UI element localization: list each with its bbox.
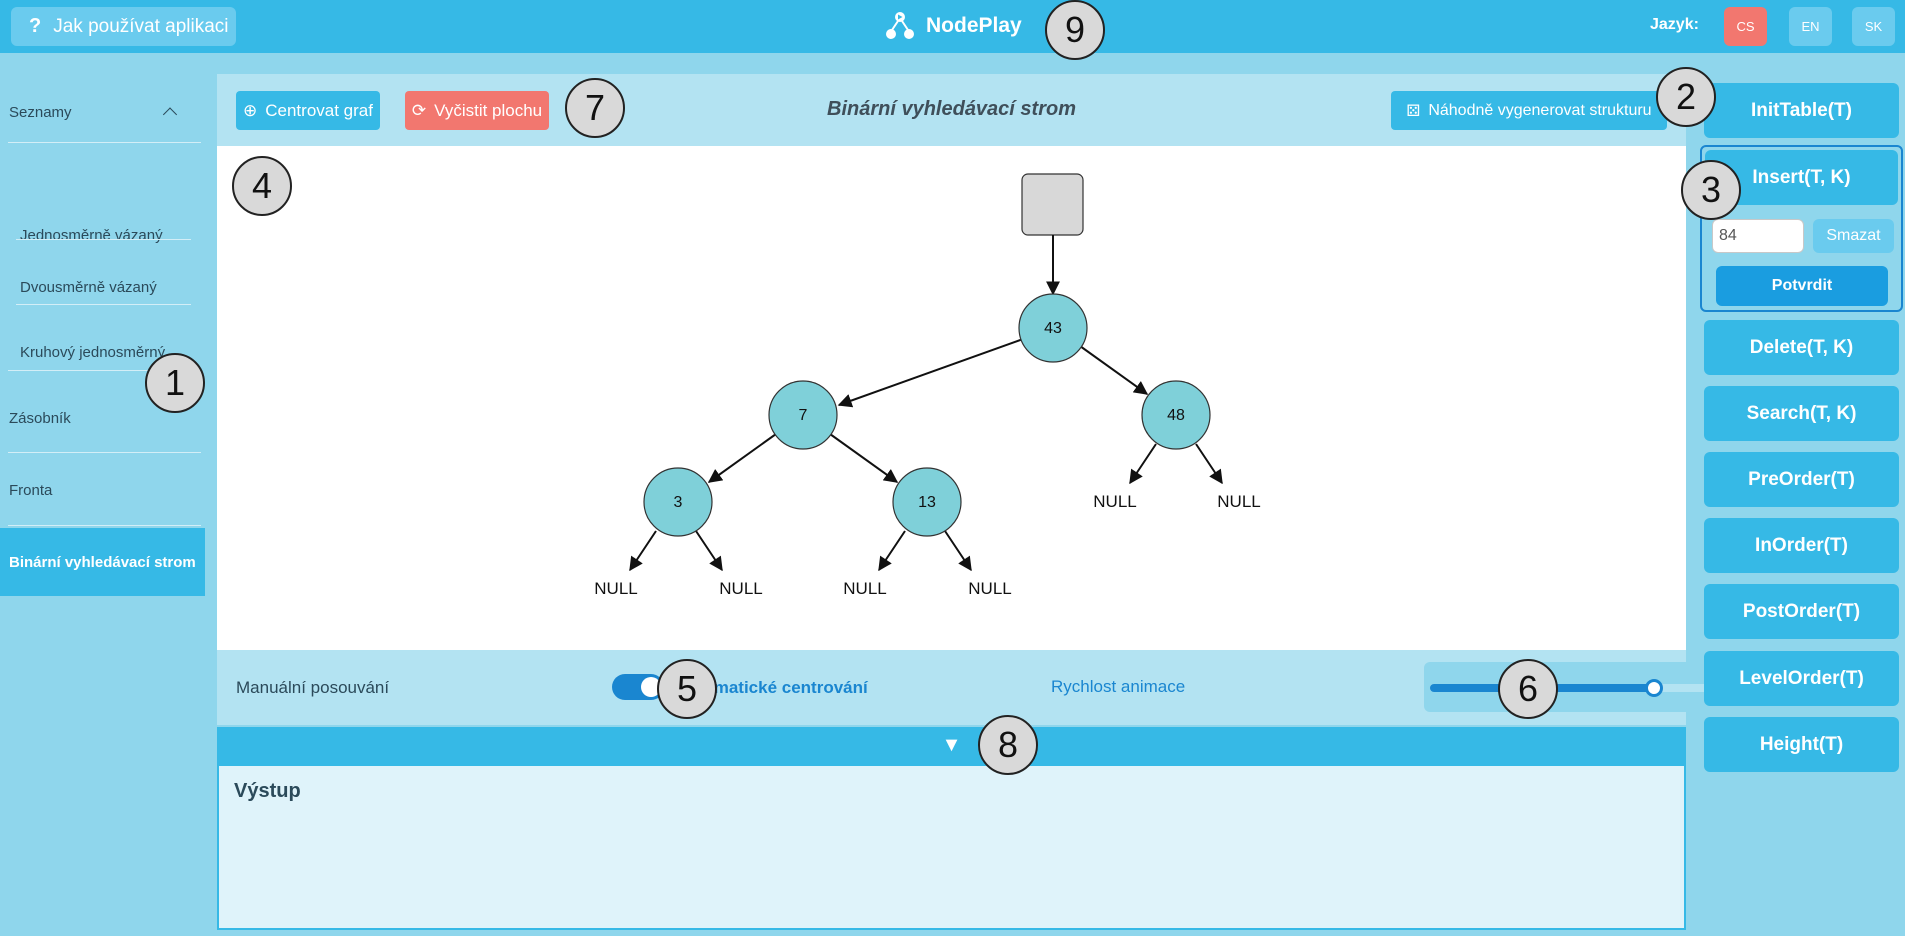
help-button[interactable]: ? Jak používat aplikaci: [11, 7, 236, 46]
edge-3-null: [695, 530, 723, 572]
clear-canvas-label: Vyčistit plochu: [434, 100, 543, 120]
language-button-sk[interactable]: SK: [1852, 7, 1895, 46]
postorder-button[interactable]: PostOrder(T): [1704, 584, 1899, 639]
app-name: NodePlay: [926, 14, 1022, 37]
tree-node[interactable]: 43: [1018, 293, 1088, 363]
levelorder-button[interactable]: LevelOrder(T): [1704, 651, 1899, 706]
sidebar-group-label: Seznamy: [9, 103, 72, 121]
sidebar-item-bst[interactable]: Binární vyhledávací strom: [0, 528, 205, 596]
node-value: 43: [1044, 320, 1062, 337]
top-bar: ? Jak používat aplikaci NodePlay Jazyk: …: [0, 0, 1905, 53]
marker-2: 2: [1656, 67, 1716, 127]
root-pointer-box: [1021, 173, 1084, 236]
nodeplay-logo-icon: [886, 12, 914, 39]
question-icon: ?: [29, 15, 42, 37]
edge-43-7: [837, 338, 1024, 408]
init-table-button[interactable]: InitTable(T): [1704, 83, 1899, 138]
center-graph-label: Centrovat graf: [265, 100, 373, 120]
output-title: Výstup: [234, 780, 301, 802]
edge-13-null: [944, 530, 972, 572]
crosshair-icon: ⊕: [243, 100, 258, 120]
marker-6: 6: [1498, 659, 1558, 719]
marker-3: 3: [1681, 160, 1741, 220]
clear-canvas-button[interactable]: ⟳ Vyčistit plochu: [405, 91, 549, 130]
null-label: NULL: [1093, 492, 1136, 511]
sidebar-item-label: Kruhový jednosměrný: [20, 343, 166, 361]
triangle-down-icon: ▼: [941, 734, 962, 756]
random-generate-button[interactable]: ⚄ Náhodně vygenerovat strukturu: [1391, 91, 1667, 130]
height-button[interactable]: Height(T): [1704, 717, 1899, 772]
marker-9: 9: [1045, 0, 1105, 60]
graph-canvas[interactable]: 43 7 48 3 13 NULL NULL NULL NULL NULL NU…: [217, 146, 1686, 650]
edge-43-48: [1079, 345, 1149, 395]
edge-7-3: [707, 433, 777, 483]
tree-node[interactable]: 48: [1141, 380, 1211, 450]
tree-node[interactable]: 13: [892, 467, 962, 537]
animation-controls: Manuální posouvání Automatické centrován…: [217, 650, 1884, 725]
inorder-button[interactable]: InOrder(T): [1704, 518, 1899, 573]
divider: [8, 525, 201, 526]
null-label: NULL: [594, 579, 637, 598]
sidebar-group-lists[interactable]: Seznamy: [0, 84, 205, 140]
divider: [8, 452, 201, 453]
marker-4: 4: [232, 156, 292, 216]
sidebar-item-label: Fronta: [9, 481, 53, 499]
clear-input-button[interactable]: Smazat: [1813, 219, 1894, 253]
node-value: 7: [799, 407, 808, 424]
divider: [16, 304, 191, 305]
edge-48-null: [1195, 443, 1223, 485]
sidebar-item-doubly-linked[interactable]: Dvousměrně vázaný: [0, 257, 205, 317]
language-label: Jazyk:: [1650, 16, 1699, 33]
delete-button[interactable]: Delete(T, K): [1704, 320, 1899, 375]
divider: [16, 239, 191, 240]
manual-scroll-label: Manuální posouvání: [236, 678, 390, 697]
null-label: NULL: [968, 579, 1011, 598]
marker-8: 8: [978, 715, 1038, 775]
marker-1: 1: [145, 353, 205, 413]
output-panel: Výstup: [217, 764, 1686, 930]
animation-speed-label: Rychlost animace: [1051, 677, 1186, 696]
edge-13-null: [878, 530, 906, 572]
slider-thumb[interactable]: [1645, 679, 1663, 697]
random-generate-label: Náhodně vygenerovat strukturu: [1428, 101, 1652, 119]
edge-3-null: [629, 530, 657, 572]
null-label: NULL: [719, 579, 762, 598]
search-button[interactable]: Search(T, K): [1704, 386, 1899, 441]
node-value: 3: [674, 494, 683, 511]
preorder-button[interactable]: PreOrder(T): [1704, 452, 1899, 507]
tree-node[interactable]: 3: [643, 467, 713, 537]
sidebar-item-singly-linked[interactable]: Jednosměrně vázaný: [0, 218, 205, 252]
sidebar-item-label: Jednosměrně vázaný: [20, 226, 163, 244]
help-label: Jak používat aplikaci: [53, 15, 229, 37]
chevron-up-icon: [162, 107, 178, 122]
language-button-en[interactable]: EN: [1789, 7, 1832, 46]
confirm-button[interactable]: Potvrdit: [1716, 266, 1888, 306]
sidebar-item-label: Dvousměrně vázaný: [20, 278, 157, 296]
refresh-icon: ⟳: [411, 100, 427, 120]
center-graph-button[interactable]: ⊕ Centrovat graf: [236, 91, 380, 130]
insert-value-input[interactable]: [1712, 219, 1804, 253]
bst-graph: 43 7 48 3 13 NULL NULL NULL NULL NULL NU…: [594, 173, 1261, 598]
output-collapse-toggle[interactable]: ▼: [217, 727, 1686, 764]
sidebar: Seznamy Jednosměrně vázaný Dvousměrně vá…: [0, 60, 205, 936]
marker-7: 7: [565, 78, 625, 138]
dice-icon: ⚄: [1406, 102, 1421, 120]
edge-7-13: [829, 433, 899, 483]
marker-5: 5: [657, 659, 717, 719]
divider: [8, 142, 201, 143]
sidebar-item-queue[interactable]: Fronta: [0, 459, 205, 521]
null-label: NULL: [843, 579, 886, 598]
sidebar-item-label: Binární vyhledávací strom: [9, 553, 196, 571]
sidebar-item-label: Zásobník: [9, 409, 71, 427]
tree-node[interactable]: 7: [768, 380, 838, 450]
null-label: NULL: [1217, 492, 1260, 511]
app-logo: NodePlay: [884, 10, 1022, 42]
language-button-cs[interactable]: CS: [1724, 7, 1767, 46]
edge-48-null: [1129, 443, 1157, 485]
node-value: 13: [918, 494, 936, 511]
node-value: 48: [1167, 407, 1185, 424]
